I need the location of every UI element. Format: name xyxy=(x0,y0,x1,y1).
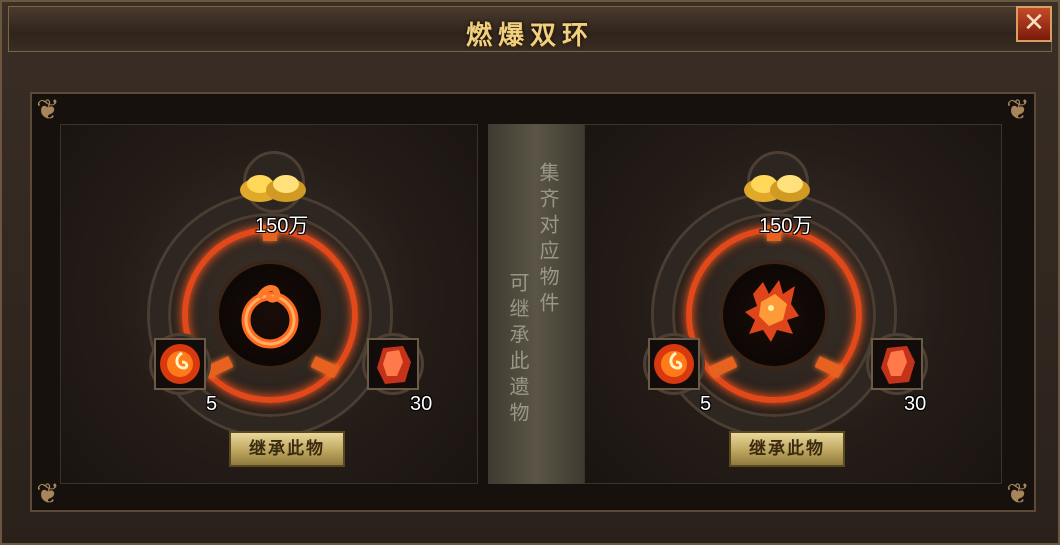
gold-amount: 150万 xyxy=(759,215,813,237)
gold-ingot-icon xyxy=(240,175,306,202)
slot-frame xyxy=(871,338,923,390)
right-item-count: 30 xyxy=(410,393,433,415)
center-core xyxy=(215,260,325,370)
gold-amount: 150万 xyxy=(255,215,309,237)
corner-ornament-icon: ❦ xyxy=(36,93,60,126)
title-bar: 燃爆双环 xyxy=(8,6,1052,52)
relic-panel-right: 150万 5 30 继承此物 xyxy=(584,124,1002,484)
fire-dragon-icon xyxy=(745,280,799,342)
game-window: 燃爆双环 ✕ ❦ ❦ ❦ ❦ 150万 5 30 继承此物 集齐对应物件 可继承… xyxy=(0,0,1060,545)
right-item-slot[interactable] xyxy=(866,333,928,395)
fire-orb-icon xyxy=(160,344,200,384)
corner-ornament-icon: ❦ xyxy=(1006,477,1030,510)
inherit-button[interactable]: 继承此物 xyxy=(729,431,845,467)
slot-frame xyxy=(648,338,700,390)
instruction-divider: 集齐对应物件 可继承此遗物 xyxy=(488,124,584,484)
slot-frame xyxy=(367,338,419,390)
left-item-slot[interactable] xyxy=(149,333,211,395)
fire-ring-icon xyxy=(241,285,299,349)
instruction-line-1: 集齐对应物件 xyxy=(536,162,560,318)
center-core xyxy=(719,260,829,370)
content-area: ❦ ❦ ❦ ❦ 150万 5 30 继承此物 集齐对应物件 可继承此遗物 150… xyxy=(30,92,1036,512)
right-item-slot[interactable] xyxy=(362,333,424,395)
window-title: 燃爆双环 xyxy=(465,21,594,51)
fire-orb-icon xyxy=(654,344,694,384)
red-crystal-icon xyxy=(881,346,915,384)
left-item-count: 5 xyxy=(700,393,712,415)
right-item-count: 30 xyxy=(904,393,927,415)
slot-frame xyxy=(154,338,206,390)
gold-slot[interactable] xyxy=(240,151,306,213)
left-item-slot[interactable] xyxy=(643,333,705,395)
red-crystal-icon xyxy=(377,346,411,384)
close-button[interactable]: ✕ xyxy=(1016,6,1052,42)
gold-ingot-icon xyxy=(744,175,810,202)
instruction-line-2: 可继承此遗物 xyxy=(506,272,530,428)
relic-panel-left: 150万 5 30 继承此物 xyxy=(60,124,478,484)
corner-ornament-icon: ❦ xyxy=(1006,93,1030,126)
gold-slot[interactable] xyxy=(744,151,810,213)
left-item-count: 5 xyxy=(206,393,218,415)
inherit-button[interactable]: 继承此物 xyxy=(229,431,345,467)
